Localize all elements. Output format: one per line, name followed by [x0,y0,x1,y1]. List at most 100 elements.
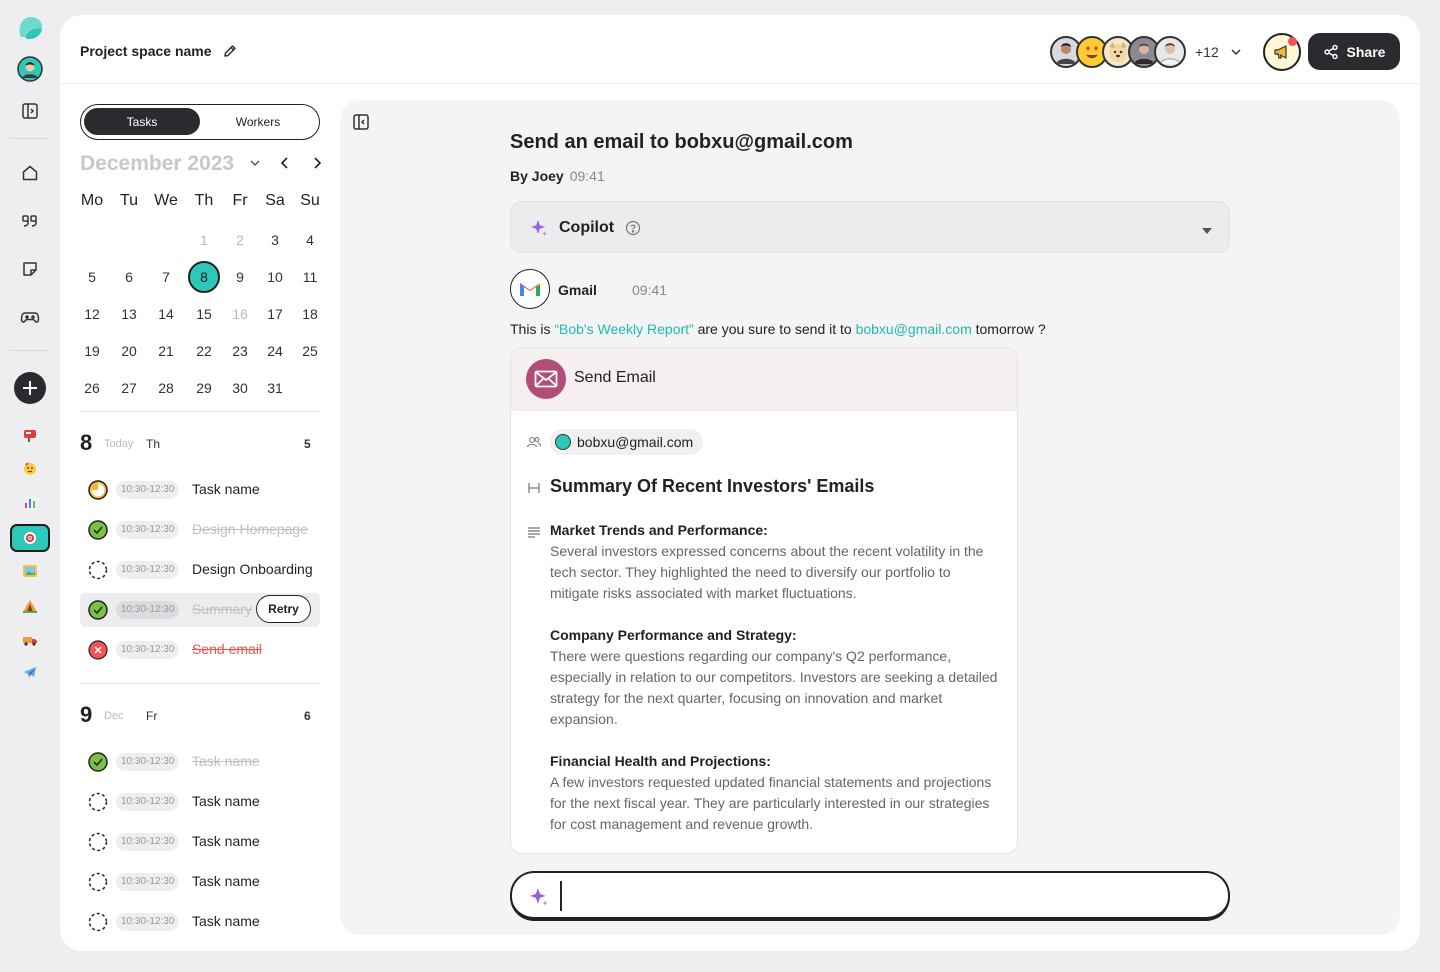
help-icon[interactable] [625,220,641,236]
task-row[interactable]: 10:30-12:30 Design Homepage [80,513,320,547]
task-row[interactable]: 10:30-12:30 Task name [80,473,320,507]
previous-month-button[interactable] [277,155,293,171]
calendar-day[interactable]: 25 [292,336,328,366]
chevron-down-icon[interactable] [248,156,262,170]
app-logo[interactable] [14,12,46,44]
chevron-down-icon[interactable] [1228,44,1244,60]
calendar-day[interactable]: 17 [257,299,293,329]
add-space-button[interactable] [14,372,46,404]
calendar-day[interactable]: 5 [74,262,110,292]
member-avatar[interactable] [1154,36,1186,68]
calendar-day[interactable]: 21 [148,336,184,366]
sidebar-toggle-icon[interactable] [14,95,46,127]
copilot-dropdown[interactable]: Copilot [510,201,1230,253]
pending-circle-icon[interactable] [88,560,108,580]
copilot-label: Copilot [559,219,615,236]
tab-workers[interactable]: Workers [200,108,316,135]
task-row[interactable]: 10:30-12:30 Task name [80,785,320,819]
check-circle-icon[interactable] [88,752,108,772]
task-row[interactable]: 10:30-12:30 Design Onboarding [80,553,320,587]
in-progress-icon[interactable] [88,480,108,500]
caret-down-icon[interactable] [1201,223,1213,234]
notification-button[interactable] [1263,33,1301,71]
tent-icon[interactable] [20,596,40,616]
user-avatar[interactable] [14,53,46,85]
weekday-label: We [154,192,178,209]
calendar-day[interactable]: 12 [74,299,110,329]
calendar-day[interactable]: 18 [292,299,328,329]
task-row[interactable]: 10:30-12:30 Task name [80,745,320,779]
calendar-day[interactable]: 1 [186,225,222,255]
calendar-day[interactable]: 4 [292,225,328,255]
sender-name: Gmail [558,282,597,298]
collapse-panel-icon[interactable] [352,113,370,131]
calendar-day[interactable]: 20 [111,336,147,366]
recipient-email: bobxu@gmail.com [577,434,694,450]
calendar-day[interactable]: 16 [222,299,258,329]
task-name: Task name [192,793,260,809]
calendar-day[interactable]: 2 [222,225,258,255]
calendar-day[interactable]: 10 [257,262,293,292]
check-circle-icon[interactable] [88,520,108,540]
mailbox-icon[interactable] [20,425,40,445]
edit-icon[interactable] [222,43,238,59]
calendar-day[interactable]: 29 [186,373,222,403]
next-month-button[interactable] [309,155,325,171]
sticky-note-icon[interactable] [14,253,46,285]
calendar-day[interactable]: 7 [148,262,184,292]
calendar-month-title[interactable]: December 2023 [80,152,234,176]
recipient-avatar [555,434,571,450]
pending-circle-icon[interactable] [88,832,108,852]
calendar-day[interactable]: 14 [148,299,184,329]
calendar-day[interactable]: 8 [188,261,220,293]
home-icon[interactable] [14,157,46,189]
airplane-icon[interactable] [20,663,40,683]
calendar-day[interactable]: 23 [222,336,258,366]
composer-input[interactable] [560,881,1200,911]
calendar-day[interactable]: 11 [292,262,328,292]
pending-circle-icon[interactable] [88,872,108,892]
retry-button[interactable]: Retry [256,595,311,623]
day-group-number: 9 [80,702,93,727]
error-circle-icon[interactable] [88,640,108,660]
task-name: Task name [192,753,260,769]
calendar-day[interactable]: 26 [74,373,110,403]
task-row[interactable]: 10:30-12:30 Task name [80,825,320,859]
task-row[interactable]: 10:30-12:30 Send email [80,633,320,667]
truck-icon[interactable] [20,630,40,650]
recipient-chip[interactable]: bobxu@gmail.com [550,429,704,455]
email-card-title: Send Email [574,369,656,386]
task-row[interactable]: 10:30-12:30 Task name [80,865,320,899]
calendar-day[interactable]: 31 [257,373,293,403]
calendar-day[interactable]: 3 [257,225,293,255]
check-circle-icon[interactable] [88,600,108,620]
calendar-day[interactable]: 9 [222,262,258,292]
members-more-count[interactable]: +12 [1195,44,1219,60]
calendar-day[interactable]: 30 [222,373,258,403]
calendar-day[interactable]: 6 [111,262,147,292]
gmail-icon [510,269,550,309]
pending-circle-icon[interactable] [88,912,108,932]
calendar-day[interactable]: 28 [148,373,184,403]
calendar-day[interactable]: 15 [186,299,222,329]
tab-tasks[interactable]: Tasks [84,108,200,135]
calendar-day[interactable]: 27 [111,373,147,403]
picture-icon[interactable] [20,561,40,581]
target-app-icon[interactable] [10,524,50,552]
calendar-day[interactable]: 13 [111,299,147,329]
calendar-day[interactable]: 24 [257,336,293,366]
task-time: 10:30-12:30 [116,793,180,811]
report-link[interactable]: “Bob's Weekly Report” [554,321,693,337]
pending-circle-icon[interactable] [88,792,108,812]
bar-chart-icon[interactable] [20,493,40,513]
gamepad-icon[interactable] [14,301,46,333]
email-link[interactable]: bobxu@gmail.com [856,321,972,337]
member-avatars[interactable] [1050,36,1186,68]
party-face-icon[interactable] [20,458,40,478]
calendar-day[interactable]: 19 [74,336,110,366]
calendar-day[interactable]: 22 [186,336,222,366]
task-row[interactable]: 10:30-12:30 Task name [80,905,320,939]
task-row[interactable]: 10:30-12:30 Summary Retry [80,593,320,627]
quote-icon[interactable] [14,205,46,237]
share-button[interactable]: Share [1308,33,1400,70]
